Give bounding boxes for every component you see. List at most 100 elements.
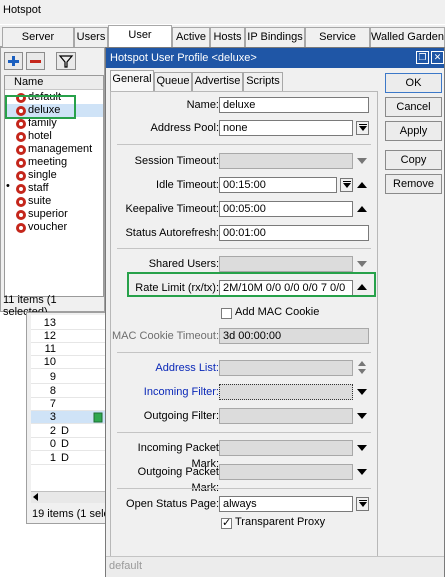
dropdown-icon[interactable]: [356, 497, 369, 511]
tab-user-profiles[interactable]: User Profiles: [108, 25, 172, 59]
name-column-header[interactable]: Name: [14, 76, 43, 88]
table-row[interactable]: 1D: [31, 452, 108, 465]
list-item[interactable]: superior: [5, 208, 103, 221]
table-row[interactable]: 13: [31, 317, 108, 330]
horizontal-scrollbar[interactable]: [31, 491, 108, 503]
dropdown-icon[interactable]: [340, 178, 353, 192]
dialog-title-bar[interactable]: Hotspot User Profile <deluxe> ❐ ✕: [106, 48, 444, 68]
shared-users-label: Shared Users:: [148, 258, 219, 270]
table-row[interactable]: 8: [31, 385, 108, 398]
restore-icon[interactable]: ❐: [416, 51, 429, 64]
mac-cookie-timeout-field[interactable]: 3d 00:00:00: [219, 328, 369, 344]
green-doc-icon: [93, 412, 103, 423]
keepalive-timeout-field[interactable]: 00:05:00: [219, 201, 353, 217]
table-row[interactable]: 0D: [31, 438, 108, 451]
add-button[interactable]: [4, 52, 23, 70]
divider: [117, 352, 371, 353]
table-row[interactable]: 9: [31, 371, 108, 384]
tab-hosts[interactable]: Hosts: [210, 27, 245, 47]
mac-cookie-timeout-label: MAC Cookie Timeout:: [112, 330, 219, 342]
selected-item-highlight: [5, 95, 76, 119]
chevron-down-icon[interactable]: [357, 413, 367, 419]
spinner-icon[interactable]: [358, 360, 368, 376]
list-item[interactable]: meeting: [5, 156, 103, 169]
funnel-icon: [58, 55, 74, 68]
tab-advertise[interactable]: Advertise: [192, 72, 243, 91]
remove-profile-button[interactable]: Remove: [385, 174, 442, 194]
table-row[interactable]: 2D: [31, 425, 108, 438]
idle-timeout-field[interactable]: 00:15:00: [219, 177, 337, 193]
outgoing-packet-mark-select[interactable]: [219, 464, 353, 480]
tab-general[interactable]: General: [110, 70, 154, 92]
tab-walled-garden[interactable]: Walled Garden: [370, 27, 445, 47]
outgoing-packet-mark-label: Outgoing Packet Mark:: [137, 466, 219, 494]
list-header: Name: [5, 76, 103, 90]
cancel-button[interactable]: Cancel: [385, 97, 442, 117]
lower-table: 13 12 11 10 9 8 7 3 2D 0D 1D: [31, 315, 108, 491]
profile-icon: [16, 119, 26, 129]
copy-button[interactable]: Copy: [385, 150, 442, 170]
ok-button[interactable]: OK: [385, 73, 442, 93]
chevron-up-icon[interactable]: [357, 182, 367, 188]
add-mac-cookie-checkbox[interactable]: [221, 308, 232, 319]
list-item[interactable]: voucher: [5, 221, 103, 234]
list-item[interactable]: management: [5, 143, 103, 156]
table-row-selected[interactable]: 3: [31, 411, 108, 424]
list-item[interactable]: single: [5, 169, 103, 182]
row-marker: •: [6, 180, 10, 192]
rate-limit-highlight: [127, 272, 376, 297]
close-icon[interactable]: ✕: [431, 51, 444, 64]
open-status-page-select[interactable]: always: [219, 496, 353, 512]
divider: [117, 144, 371, 145]
scroll-left-icon[interactable]: [33, 493, 38, 501]
divider: [117, 488, 371, 489]
dropdown-icon[interactable]: [356, 121, 369, 135]
session-timeout-field[interactable]: [219, 153, 353, 169]
tab-server-profiles[interactable]: Server Profiles: [2, 27, 74, 61]
profile-dialog: Hotspot User Profile <deluxe> ❐ ✕ Genera…: [105, 47, 445, 577]
tab-active[interactable]: Active: [172, 27, 210, 47]
incoming-packet-mark-select[interactable]: [219, 440, 353, 456]
incoming-filter-select[interactable]: [219, 384, 353, 400]
tab-users[interactable]: Users: [74, 27, 108, 47]
tab-scripts[interactable]: Scripts: [243, 72, 283, 91]
incoming-filter-label: Incoming Filter:: [143, 386, 219, 398]
address-list-field[interactable]: [219, 360, 353, 376]
lower-table-panel: 13 12 11 10 9 8 7 3 2D 0D 1D 19 items (1…: [26, 312, 115, 524]
dialog-title: Hotspot User Profile <deluxe>: [110, 52, 257, 64]
table-status: 19 items (1 selec: [32, 508, 116, 520]
table-row[interactable]: 11: [31, 343, 108, 356]
table-row[interactable]: 7: [31, 398, 108, 411]
list-item[interactable]: • staff: [5, 180, 103, 195]
chevron-down-icon[interactable]: [357, 158, 367, 164]
chevron-down-icon[interactable]: [357, 469, 367, 475]
list-item[interactable]: hotel: [5, 130, 103, 143]
filter-button[interactable]: [56, 52, 76, 70]
chevron-down-icon[interactable]: [357, 261, 367, 267]
table-row[interactable]: 12: [31, 330, 108, 343]
table-row[interactable]: 10: [31, 356, 108, 369]
name-label: Name:: [186, 99, 219, 111]
chevron-down-icon[interactable]: [357, 445, 367, 451]
outer-tab-bar: Server Profiles Users User Profiles Acti…: [0, 25, 445, 61]
general-form: Name: deluxe Address Pool: none Session …: [110, 91, 378, 561]
outgoing-filter-label: Outgoing Filter:: [143, 410, 219, 422]
profile-icon: [16, 223, 26, 233]
shared-users-field[interactable]: [219, 256, 353, 272]
chevron-up-icon[interactable]: [357, 206, 367, 212]
profile-icon: [16, 158, 26, 168]
list-item[interactable]: suite: [5, 195, 103, 208]
chevron-down-icon[interactable]: [357, 389, 367, 395]
remove-button[interactable]: [26, 52, 45, 70]
session-timeout-label: Session Timeout:: [134, 155, 219, 167]
status-autorefresh-field[interactable]: 00:01:00: [219, 225, 369, 241]
apply-button[interactable]: Apply: [385, 121, 442, 141]
dialog-status-bar: default: [106, 556, 444, 577]
name-field[interactable]: deluxe: [219, 97, 369, 113]
outgoing-filter-select[interactable]: [219, 408, 353, 424]
address-pool-select[interactable]: none: [219, 120, 353, 136]
transparent-proxy-checkbox[interactable]: [221, 516, 232, 529]
tab-service-ports[interactable]: Service Ports: [305, 27, 370, 61]
tab-queue[interactable]: Queue: [154, 72, 192, 91]
tab-ip-bindings[interactable]: IP Bindings: [245, 27, 305, 47]
